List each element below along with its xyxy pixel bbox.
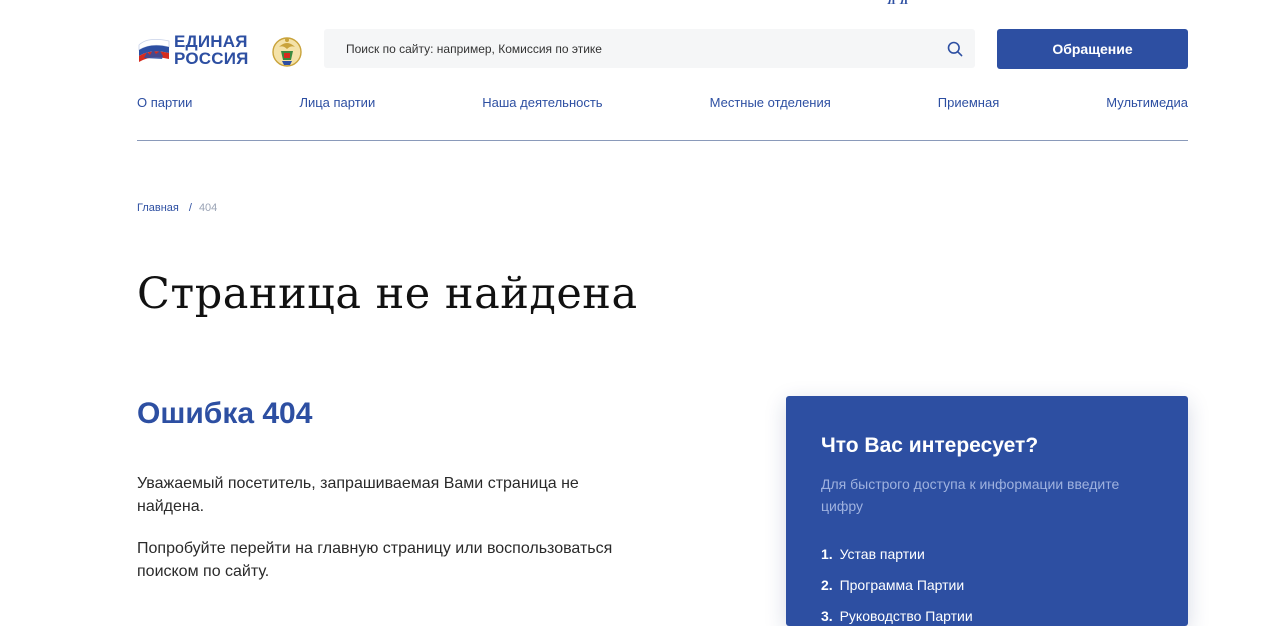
nav-item-reception[interactable]: Приемная — [938, 94, 999, 112]
bear-flag-logo-icon — [138, 38, 170, 62]
quick-access-number: 3. — [821, 608, 833, 624]
panel-title: Что Вас интересует? — [821, 434, 1039, 457]
top-cropped-text: ДД — [887, 0, 1037, 4]
quick-access-number: 1. — [821, 546, 833, 562]
page-title: Страница не найдена — [137, 269, 638, 319]
search-button[interactable] — [935, 29, 975, 68]
breadcrumb-current: 404 — [198, 202, 218, 214]
nav-item-about[interactable]: О партии — [137, 94, 192, 112]
party-name: ЕДИНАЯ РОССИЯ — [174, 33, 249, 67]
quick-access-label: Устав партии — [839, 546, 925, 562]
nav-item-local-branches[interactable]: Местные отделения — [710, 94, 831, 112]
appeal-button[interactable]: Обращение — [997, 29, 1188, 69]
page: ДД ЕДИНАЯ РОССИЯ Обращение О па — [137, 0, 1188, 626]
error-heading: Ошибка 404 — [137, 397, 313, 430]
breadcrumb: Главная / 404 — [137, 202, 217, 214]
quick-access-panel: Что Вас интересует? Для быстрого доступа… — [786, 396, 1188, 626]
quick-access-label: Руководство Партии — [839, 608, 973, 624]
region-coat-of-arms-icon — [272, 37, 302, 67]
quick-access-label: Программа Партии — [839, 577, 965, 593]
nav-item-people[interactable]: Лица партии — [299, 94, 375, 112]
party-name-line1: ЕДИНАЯ — [174, 32, 248, 51]
nav-item-multimedia[interactable]: Мультимедиа — [1106, 94, 1188, 112]
quick-access-item-program[interactable]: 2. Программа Партии — [821, 570, 973, 601]
header-divider — [137, 140, 1188, 141]
search-icon — [947, 41, 963, 56]
search-input[interactable] — [324, 29, 935, 68]
main-nav: О партии Лица партии Наша деятельность М… — [137, 94, 1188, 112]
party-name-line2: РОССИЯ — [174, 49, 249, 68]
quick-access-number: 2. — [821, 577, 833, 593]
site-search — [324, 29, 975, 68]
error-message: Уважаемый посетитель, запрашиваемая Вами… — [137, 475, 579, 515]
nav-item-activity[interactable]: Наша деятельность — [482, 94, 602, 112]
breadcrumb-home-link[interactable]: Главная — [137, 202, 179, 214]
breadcrumb-separator: / — [188, 202, 192, 214]
panel-subtitle: Для быстрого доступа к информации введит… — [821, 476, 1120, 514]
quick-access-item-leadership[interactable]: 3. Руководство Партии — [821, 601, 973, 626]
quick-access-item-charter[interactable]: 1. Устав партии — [821, 539, 973, 570]
error-suggestion: Попробуйте перейти на главную страницу и… — [137, 540, 613, 580]
